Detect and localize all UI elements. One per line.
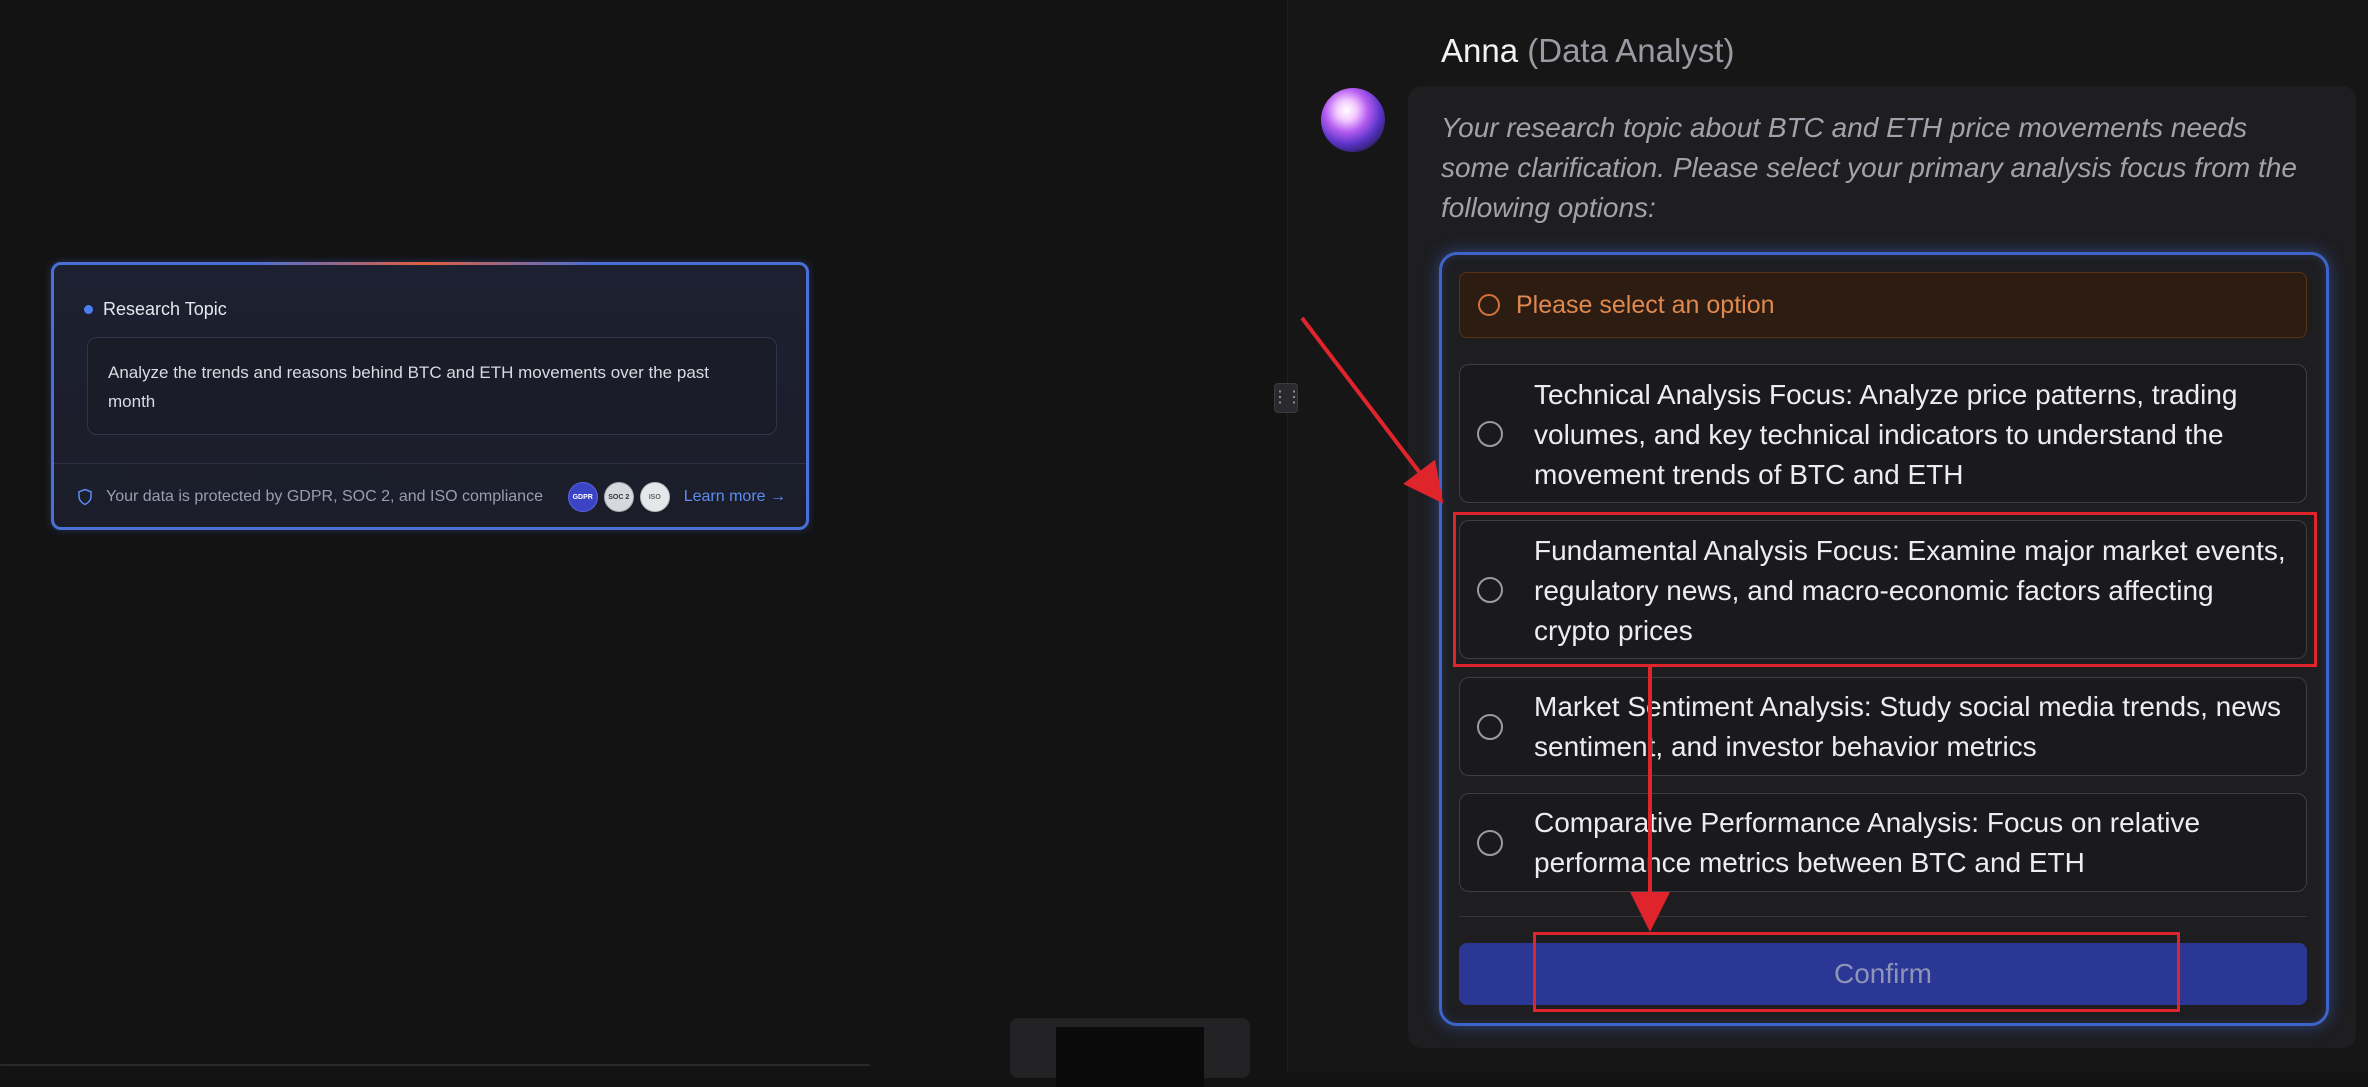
- warning-text: Please select an option: [1516, 290, 1775, 319]
- compliance-badges: GDPR SOC 2 ISO: [567, 482, 670, 512]
- radio-icon[interactable]: [1477, 714, 1503, 740]
- research-topic-text: Analyze the trends and reasons behind BT…: [87, 337, 777, 435]
- avatar: [1321, 88, 1385, 152]
- status-dot-icon: [84, 305, 93, 314]
- learn-more-link[interactable]: Learn more →: [684, 488, 786, 506]
- iso-badge-icon: ISO: [639, 482, 670, 512]
- option-comparative-performance[interactable]: Comparative Performance Analysis: Focus …: [1459, 793, 2307, 892]
- options-divider: [1459, 916, 2307, 917]
- left-pane: [0, 0, 1286, 1072]
- research-topic-header: Research Topic: [84, 299, 227, 320]
- compliance-text: Your data is protected by GDPR, SOC 2, a…: [106, 488, 543, 505]
- bottom-tab-inner: [1056, 1027, 1204, 1087]
- option-market-sentiment[interactable]: Market Sentiment Analysis: Study social …: [1459, 677, 2307, 776]
- radio-icon[interactable]: [1477, 421, 1503, 447]
- radio-icon[interactable]: [1477, 830, 1503, 856]
- drag-handle-icon[interactable]: ⋮⋮: [1272, 383, 1302, 413]
- option-label: Market Sentiment Analysis: Study social …: [1534, 691, 2282, 762]
- select-option-warning: Please select an option: [1459, 272, 2307, 338]
- annotation-highlight-option: [1453, 512, 2317, 667]
- annotation-highlight-confirm: [1533, 932, 2180, 1012]
- agent-header: Anna (Data Analyst): [1441, 32, 1735, 70]
- bottom-tab[interactable]: [1010, 1018, 1250, 1087]
- agent-message: Your research topic about BTC and ETH pr…: [1441, 112, 2297, 223]
- bottom-divider: [0, 1064, 870, 1066]
- agent-name: Anna: [1441, 32, 1519, 69]
- agent-role: (Data Analyst): [1527, 32, 1735, 69]
- warning-circle-icon: [1478, 294, 1500, 316]
- gdpr-badge-icon: GDPR: [567, 482, 598, 512]
- soc2-badge-icon: SOC 2: [603, 482, 634, 512]
- research-topic-label: Research Topic: [103, 299, 227, 319]
- option-label: Technical Analysis Focus: Analyze price …: [1534, 379, 2238, 490]
- compliance-footer: Your data is protected by GDPR, SOC 2, a…: [54, 463, 806, 530]
- option-label: Comparative Performance Analysis: Focus …: [1534, 807, 2201, 878]
- research-topic-card: Research Topic Analyze the trends and re…: [51, 262, 809, 530]
- option-technical-analysis[interactable]: Technical Analysis Focus: Analyze price …: [1459, 364, 2307, 503]
- card-glow: [254, 262, 594, 265]
- shield-icon: [78, 488, 92, 506]
